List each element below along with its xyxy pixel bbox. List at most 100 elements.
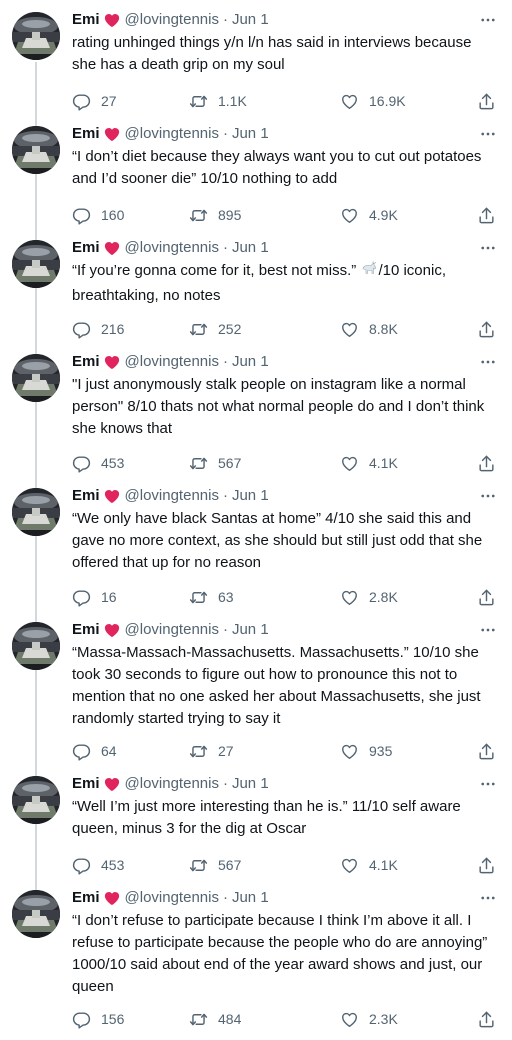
user-handle[interactable]: @lovingtennis [125,774,219,794]
like-button[interactable]: 4.9K [340,203,398,227]
reply-button[interactable]: 453 [72,853,124,877]
tweet[interactable]: Emi @lovingtennis · Jun 1 “We only have … [0,476,512,610]
avatar[interactable] [12,12,60,60]
display-name[interactable]: Emi [72,10,100,30]
display-name[interactable]: Emi [72,888,100,908]
tweet[interactable]: Emi @lovingtennis · Jun 1 rating unhinge… [0,0,512,114]
display-name[interactable]: Emi [72,352,100,372]
share-button[interactable] [477,1007,496,1031]
share-button[interactable] [477,739,496,763]
avatar[interactable] [12,126,60,174]
share-button[interactable] [477,203,496,227]
like-button[interactable]: 4.1K [340,451,398,475]
user-handle[interactable]: @lovingtennis [125,620,219,640]
share-button[interactable] [477,89,496,113]
reply-icon [72,320,91,339]
tweet-date[interactable]: Jun 1 [232,774,269,794]
retweet-icon [189,454,208,473]
avatar-image [12,890,60,938]
more-icon[interactable] [478,620,498,640]
retweet-icon [189,206,208,225]
avatar-image [12,354,60,402]
user-handle[interactable]: @lovingtennis [125,486,219,506]
more-icon[interactable] [478,10,498,30]
display-name[interactable]: Emi [72,774,100,794]
reply-button[interactable]: 453 [72,451,124,475]
display-name[interactable]: Emi [72,620,100,640]
like-count: 2.8K [369,589,398,605]
reply-button[interactable]: 27 [72,89,117,113]
like-button[interactable]: 2.8K [340,585,398,609]
red-heart-emoji-icon [103,621,121,639]
reply-count: 216 [101,321,125,337]
tweet-text: “We only have black Santas at home” 4/10… [72,510,483,571]
tweet[interactable]: Emi @lovingtennis · Jun 1 “Well I’m just… [0,764,512,878]
reply-button[interactable]: 156 [72,1007,124,1031]
tweet-actions: 453 567 4.1K [72,853,502,877]
reply-button[interactable]: 64 [72,739,117,763]
retweet-button[interactable]: 27 [189,739,234,763]
tweet-date[interactable]: Jun 1 [232,124,269,144]
more-icon[interactable] [478,888,498,908]
tweet-date[interactable]: Jun 1 [232,10,269,30]
reply-button[interactable]: 216 [72,317,124,341]
avatar[interactable] [12,488,60,536]
reply-button[interactable]: 16 [72,585,117,609]
avatar[interactable] [12,776,60,824]
share-button[interactable] [477,317,496,341]
like-button[interactable]: 16.9K [340,89,406,113]
tweet[interactable]: Emi @lovingtennis · Jun 1 “If you’re gon… [0,228,512,342]
separator-dot: · [222,621,228,638]
reply-count: 27 [101,93,117,109]
tweet-date[interactable]: Jun 1 [232,620,269,640]
avatar[interactable] [12,240,60,288]
retweet-button[interactable]: 567 [189,853,241,877]
display-name[interactable]: Emi [72,238,100,258]
like-button[interactable]: 935 [340,739,392,763]
tweet-date[interactable]: Jun 1 [232,238,269,258]
tweet-date[interactable]: Jun 1 [232,352,269,372]
tweet-date[interactable]: Jun 1 [232,888,269,908]
retweet-button[interactable]: 895 [189,203,241,227]
share-button[interactable] [477,585,496,609]
user-handle[interactable]: @lovingtennis [125,888,219,908]
like-button[interactable]: 8.8K [340,317,398,341]
avatar[interactable] [12,622,60,670]
tweet[interactable]: Emi @lovingtennis · Jun 1 “I don’t diet … [0,114,512,228]
retweet-button[interactable]: 63 [189,585,234,609]
display-name[interactable]: Emi [72,124,100,144]
avatar[interactable] [12,354,60,402]
retweet-button[interactable]: 484 [189,1007,241,1031]
like-button[interactable]: 4.1K [340,853,398,877]
tweet[interactable]: Emi @lovingtennis · Jun 1 “Massa-Massach… [0,610,512,764]
retweet-button[interactable]: 567 [189,451,241,475]
share-button[interactable] [477,451,496,475]
like-button[interactable]: 2.3K [340,1007,398,1031]
tweet[interactable]: Emi @lovingtennis · Jun 1 "I just anonym… [0,342,512,476]
display-name[interactable]: Emi [72,486,100,506]
reply-icon [72,454,91,473]
share-button[interactable] [477,853,496,877]
tweet-text: "I just anonymously stalk people on inst… [72,376,485,437]
red-heart-emoji-icon [103,775,121,793]
user-handle[interactable]: @lovingtennis [125,352,219,372]
tweet-date[interactable]: Jun 1 [232,486,269,506]
more-icon[interactable] [478,124,498,144]
more-icon[interactable] [478,486,498,506]
reply-icon [72,588,91,607]
more-icon[interactable] [478,774,498,794]
retweet-button[interactable]: 1.1K [189,89,247,113]
like-icon [340,206,359,225]
more-icon[interactable] [478,352,498,372]
more-icon[interactable] [478,238,498,258]
reply-button[interactable]: 160 [72,203,124,227]
like-icon [340,454,359,473]
avatar[interactable] [12,890,60,938]
user-handle[interactable]: @lovingtennis [125,10,219,30]
user-handle[interactable]: @lovingtennis [125,238,219,258]
retweet-button[interactable]: 252 [189,317,241,341]
red-heart-emoji-icon [103,125,121,143]
user-handle[interactable]: @lovingtennis [125,124,219,144]
tweet-header: Emi @lovingtennis · Jun 1 [72,774,269,794]
tweet[interactable]: Emi @lovingtennis · Jun 1 “I don’t refus… [0,878,512,1040]
